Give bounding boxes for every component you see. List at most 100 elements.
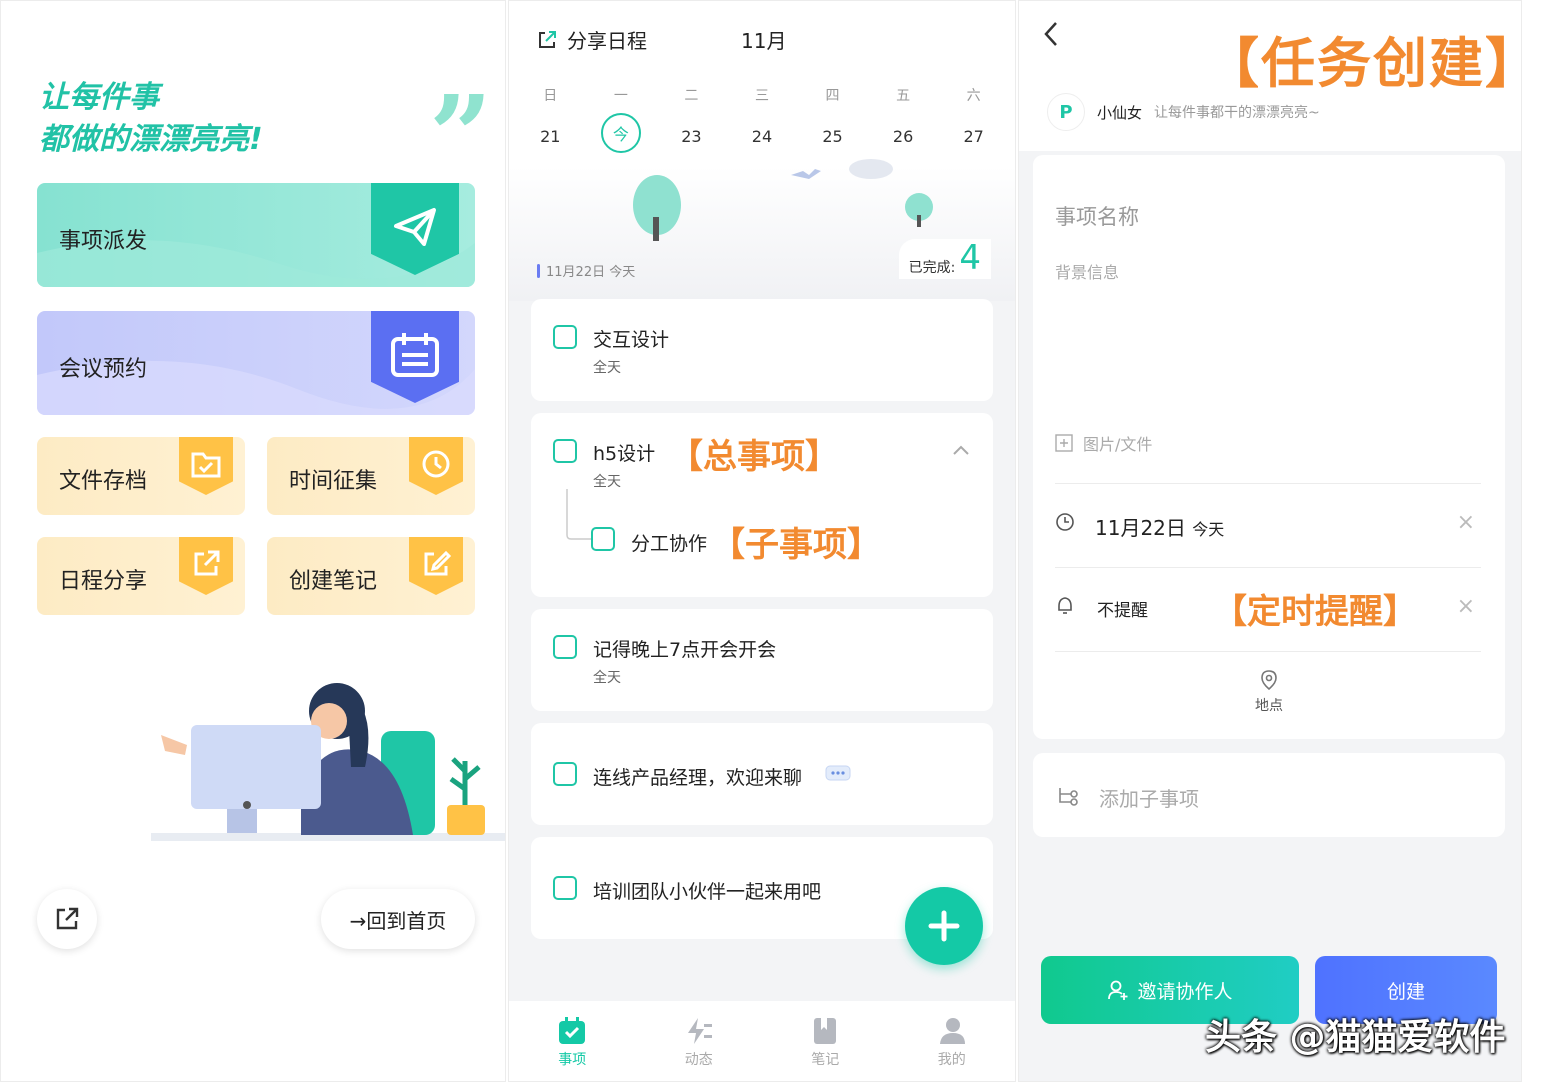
day-cell[interactable]: 二 23 <box>661 85 721 157</box>
woman-at-computer-illustration <box>151 683 505 841</box>
home-panel: 让每件事 都做的漂漂亮亮! ” 事项派发 会议预约 文件存档 时间征集 日程分享… <box>0 0 506 1082</box>
subtask-icon <box>1059 788 1078 806</box>
slogan: 让每件事 都做的漂漂亮亮! <box>39 77 263 161</box>
day-cell[interactable]: 四 25 <box>803 85 863 157</box>
tab-label: 我的 <box>937 1052 966 1068</box>
attach-file-button[interactable]: 图片/文件 <box>1055 431 1152 455</box>
date-row[interactable]: 11月22日 今天 × <box>1055 483 1481 567</box>
reminder-row[interactable]: 不提醒 【定时提醒】 × <box>1055 567 1481 651</box>
weekday-label: 五 <box>896 88 911 104</box>
task-name-input[interactable]: 事项名称 <box>1055 201 1139 231</box>
card-file-archive-label: 文件存档 <box>59 469 148 494</box>
clear-reminder-button[interactable]: × <box>1457 594 1475 619</box>
card-create-note-label: 创建笔记 <box>289 569 378 594</box>
attach-file-label: 图片/文件 <box>1083 435 1153 454</box>
day-cell-today[interactable]: 一今 <box>591 85 651 157</box>
date-value: 11月22日 今天 <box>1095 512 1224 541</box>
invite-collaborator-label: 邀请协作人 <box>1137 980 1233 1003</box>
slogan-line-2: 都做的漂漂亮亮! <box>39 122 263 157</box>
bell-icon <box>1058 597 1072 614</box>
card-time-poll[interactable]: 时间征集 <box>267 437 475 515</box>
folder-check-icon <box>179 437 233 495</box>
avatar[interactable]: P <box>1047 93 1085 131</box>
weekday-label: 六 <box>966 88 981 104</box>
lightning-icon <box>687 1018 712 1044</box>
bottom-tab-bar: 事项 动态 笔记 我的 <box>509 1001 1015 1081</box>
task-form: 事项名称 背景信息 图片/文件 11月22日 今天 × 不提醒 【定时提醒】 ×… <box>1033 155 1505 739</box>
day-cell[interactable]: 日 21 <box>520 85 580 157</box>
task-create-panel: 【任务创建】 P 小仙女 让每件事都干的漂漂亮亮~ 事项名称 背景信息 图片/文… <box>1018 0 1522 1082</box>
tab-notes[interactable]: 笔记 <box>785 1013 865 1081</box>
user-info: P 小仙女 让每件事都干的漂漂亮亮~ <box>1047 93 1320 131</box>
location-button[interactable]: 地点 <box>1033 669 1505 715</box>
date-label: 11月22日 <box>1095 516 1186 540</box>
schedule-panel: 分享日程 11月 日 21 一今 二 23 三 24 四 25 五 26 六 27 11月2… <box>508 0 1016 1082</box>
card-meeting-booking[interactable]: 会议预约 <box>37 311 475 415</box>
task-time: 全天 <box>593 670 621 686</box>
task-title: 交互设计 <box>593 329 670 351</box>
day-cell[interactable]: 三 24 <box>732 85 792 157</box>
tab-profile[interactable]: 我的 <box>912 1013 992 1081</box>
add-task-button[interactable] <box>905 887 983 965</box>
date-today-label: 今天 <box>1192 520 1225 539</box>
today-indicator: 11月22日 今天 <box>537 261 635 280</box>
today-date-label: 11月22日 今天 <box>546 265 636 280</box>
calendar-check-icon <box>559 1017 586 1044</box>
clock-icon <box>1056 513 1074 531</box>
parent-task-annotation: 【总事项】 <box>669 437 839 477</box>
chevron-up-icon[interactable] <box>951 443 971 457</box>
task-card[interactable]: 记得晚上7点开会开会 全天 <box>531 609 993 711</box>
share-icon <box>56 907 79 930</box>
task-checkbox[interactable] <box>553 876 577 900</box>
task-title: 培训团队小伙伴一起来用吧 <box>593 881 822 903</box>
share-schedule-header[interactable]: 分享日程 <box>537 25 647 54</box>
tab-tasks[interactable]: 事项 <box>532 1013 612 1081</box>
add-subtask-label: 添加子事项 <box>1099 787 1199 811</box>
current-month[interactable]: 11月 <box>741 25 786 54</box>
share-icon <box>539 30 556 48</box>
task-checkbox[interactable] <box>553 439 577 463</box>
location-pin-icon <box>1261 670 1277 691</box>
task-checkbox[interactable] <box>553 635 577 659</box>
page-title-annotation: 【任务创建】 <box>1205 32 1522 95</box>
back-to-home-button[interactable]: →回到首页 <box>321 889 475 949</box>
task-checkbox[interactable] <box>553 325 577 349</box>
location-label: 地点 <box>1255 698 1283 714</box>
user-motto: 让每件事都干的漂漂亮亮~ <box>1154 105 1320 121</box>
back-arrow-icon[interactable] <box>1041 19 1061 49</box>
day-cell[interactable]: 五 26 <box>873 85 933 157</box>
card-time-poll-label: 时间征集 <box>289 469 378 494</box>
today-bar <box>537 263 540 278</box>
task-time: 全天 <box>593 360 621 376</box>
plus-box-icon <box>1055 434 1073 452</box>
background-info-input[interactable]: 背景信息 <box>1055 259 1119 283</box>
subtask-checkbox[interactable] <box>591 527 615 551</box>
card-task-dispatch[interactable]: 事项派发 <box>37 183 475 287</box>
share-button[interactable] <box>37 889 97 949</box>
divider <box>1055 651 1481 652</box>
user-name: 小仙女 <box>1097 103 1143 122</box>
task-card-with-subtasks[interactable]: h5设计 全天 【总事项】 分工协作 【子事项】 <box>531 413 993 597</box>
quote-mark-decoration: ” <box>429 71 493 200</box>
chat-bubble-icon <box>825 765 851 781</box>
reminder-annotation: 【定时提醒】 <box>1213 592 1417 632</box>
task-card[interactable]: 连线产品经理，欢迎来聊 <box>531 723 993 825</box>
day-cell[interactable]: 六 27 <box>944 85 1004 157</box>
task-title: 连线产品经理，欢迎来聊 <box>593 767 803 789</box>
task-card[interactable]: 交互设计 全天 <box>531 299 993 401</box>
card-task-dispatch-label: 事项派发 <box>59 229 148 254</box>
tab-activity[interactable]: 动态 <box>659 1013 739 1081</box>
day-number: 今 <box>600 113 641 153</box>
add-user-icon <box>1108 980 1128 1000</box>
add-subtask-button[interactable]: 添加子事项 <box>1033 753 1505 837</box>
task-checkbox[interactable] <box>553 762 577 786</box>
weekday-label: 四 <box>825 88 840 104</box>
card-create-note[interactable]: 创建笔记 <box>267 537 475 615</box>
clear-date-button[interactable]: × <box>1457 510 1475 535</box>
tab-label: 动态 <box>684 1052 713 1068</box>
completed-count: 4 <box>959 238 981 278</box>
weekday-label: 一 <box>613 88 628 104</box>
card-schedule-share[interactable]: 日程分享 <box>37 537 245 615</box>
tab-label: 事项 <box>558 1052 587 1068</box>
card-file-archive[interactable]: 文件存档 <box>37 437 245 515</box>
